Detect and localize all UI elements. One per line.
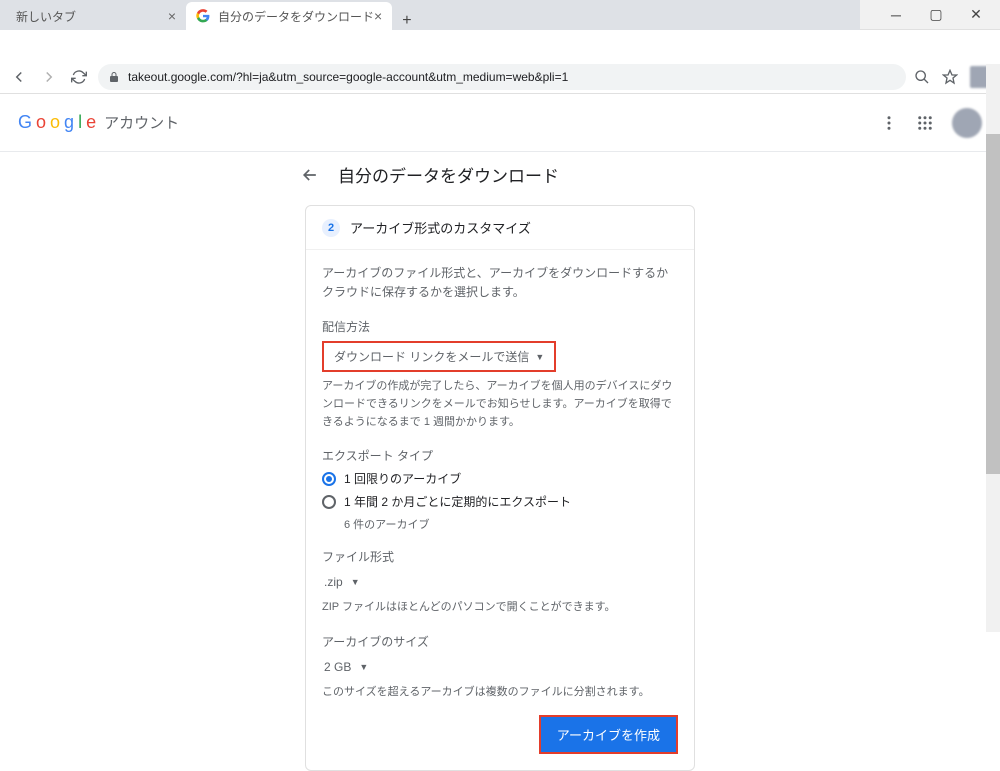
- chevron-down-icon: ▼: [359, 662, 368, 672]
- avatar[interactable]: [952, 108, 982, 138]
- delivery-desc: アーカイブの作成が完了したら、アーカイブを個人用のデバイスにダウンロードできるリ…: [322, 378, 678, 431]
- delivery-method-select[interactable]: ダウンロード リンクをメールで送信 ▼: [322, 341, 556, 372]
- search-icon[interactable]: [914, 69, 930, 85]
- close-icon[interactable]: ×: [168, 8, 176, 24]
- scrollbar-thumb[interactable]: [986, 134, 1000, 474]
- file-format-value: .zip: [324, 575, 343, 589]
- browser-tab[interactable]: 新しいタブ ×: [6, 2, 186, 30]
- back-arrow-icon[interactable]: [300, 165, 320, 185]
- star-icon[interactable]: [942, 69, 958, 85]
- radio-icon: [322, 495, 336, 509]
- google-account-header: G o o g l e アカウント: [0, 94, 1000, 152]
- back-button[interactable]: [8, 66, 30, 88]
- tab-title: 自分のデータをダウンロード: [218, 8, 374, 25]
- step-number: 2: [322, 219, 340, 237]
- archive-size-value: 2 GB: [324, 660, 351, 674]
- google-favicon: [196, 9, 210, 23]
- archive-size-label: アーカイブのサイズ: [322, 633, 678, 650]
- card-header: 2 アーカイブ形式のカスタマイズ: [306, 206, 694, 250]
- page-title-row: 自分のデータをダウンロード: [0, 152, 1000, 205]
- file-format-label: ファイル形式: [322, 548, 678, 565]
- delivery-label: 配信方法: [322, 318, 678, 335]
- export-periodic-note: 6 件のアーカイブ: [344, 516, 678, 532]
- account-label: アカウント: [104, 112, 179, 133]
- close-button[interactable]: ✕: [956, 6, 996, 23]
- file-format-desc: ZIP ファイルはほとんどのパソコンで開くことができます。: [322, 599, 678, 617]
- apps-icon[interactable]: [916, 114, 934, 132]
- export-once-option[interactable]: 1 回限りのアーカイブ: [322, 470, 678, 487]
- page-title: 自分のデータをダウンロード: [338, 162, 559, 187]
- lock-icon: [108, 71, 120, 83]
- archive-size-desc: このサイズを超えるアーカイブは複数のファイルに分割されます。: [322, 684, 678, 702]
- scrollbar[interactable]: [986, 64, 1000, 632]
- address-bar[interactable]: takeout.google.com/?hl=ja&utm_source=goo…: [98, 64, 906, 90]
- archive-size-select[interactable]: 2 GB ▼: [322, 656, 370, 678]
- chevron-down-icon: ▼: [535, 352, 544, 362]
- browser-toolbar: takeout.google.com/?hl=ja&utm_source=goo…: [0, 60, 1000, 94]
- minimize-button[interactable]: ─: [876, 7, 916, 23]
- close-icon[interactable]: ×: [374, 8, 382, 24]
- reload-button[interactable]: [68, 66, 90, 88]
- export-type-label: エクスポート タイプ: [322, 447, 678, 464]
- card-title: アーカイブ形式のカスタマイズ: [350, 218, 531, 237]
- google-logo[interactable]: G o o g l e アカウント: [18, 112, 179, 133]
- maximize-button[interactable]: ▢: [916, 6, 956, 23]
- browser-tab[interactable]: 自分のデータをダウンロード ×: [186, 2, 392, 30]
- create-archive-button[interactable]: アーカイブを作成: [539, 715, 678, 754]
- url-text: takeout.google.com/?hl=ja&utm_source=goo…: [128, 70, 568, 84]
- card-intro: アーカイブのファイル形式と、アーカイブをダウンロードするかクラウドに保存するかを…: [322, 264, 678, 302]
- delivery-value: ダウンロード リンクをメールで送信: [334, 348, 529, 365]
- export-periodic-option[interactable]: 1 年間 2 か月ごとに定期的にエクスポート: [322, 493, 678, 510]
- archive-settings-card: 2 アーカイブ形式のカスタマイズ アーカイブのファイル形式と、アーカイブをダウン…: [305, 205, 695, 771]
- new-tab-button[interactable]: +: [392, 12, 421, 30]
- file-format-select[interactable]: .zip ▼: [322, 571, 362, 593]
- chevron-down-icon: ▼: [351, 577, 360, 587]
- browser-tab-bar: 新しいタブ × 自分のデータをダウンロード × +: [0, 0, 860, 30]
- more-icon[interactable]: [880, 114, 898, 132]
- forward-button[interactable]: [38, 66, 60, 88]
- export-periodic-label: 1 年間 2 か月ごとに定期的にエクスポート: [344, 493, 571, 510]
- export-once-label: 1 回限りのアーカイブ: [344, 470, 461, 487]
- radio-icon: [322, 472, 336, 486]
- tab-title: 新しいタブ: [16, 8, 76, 25]
